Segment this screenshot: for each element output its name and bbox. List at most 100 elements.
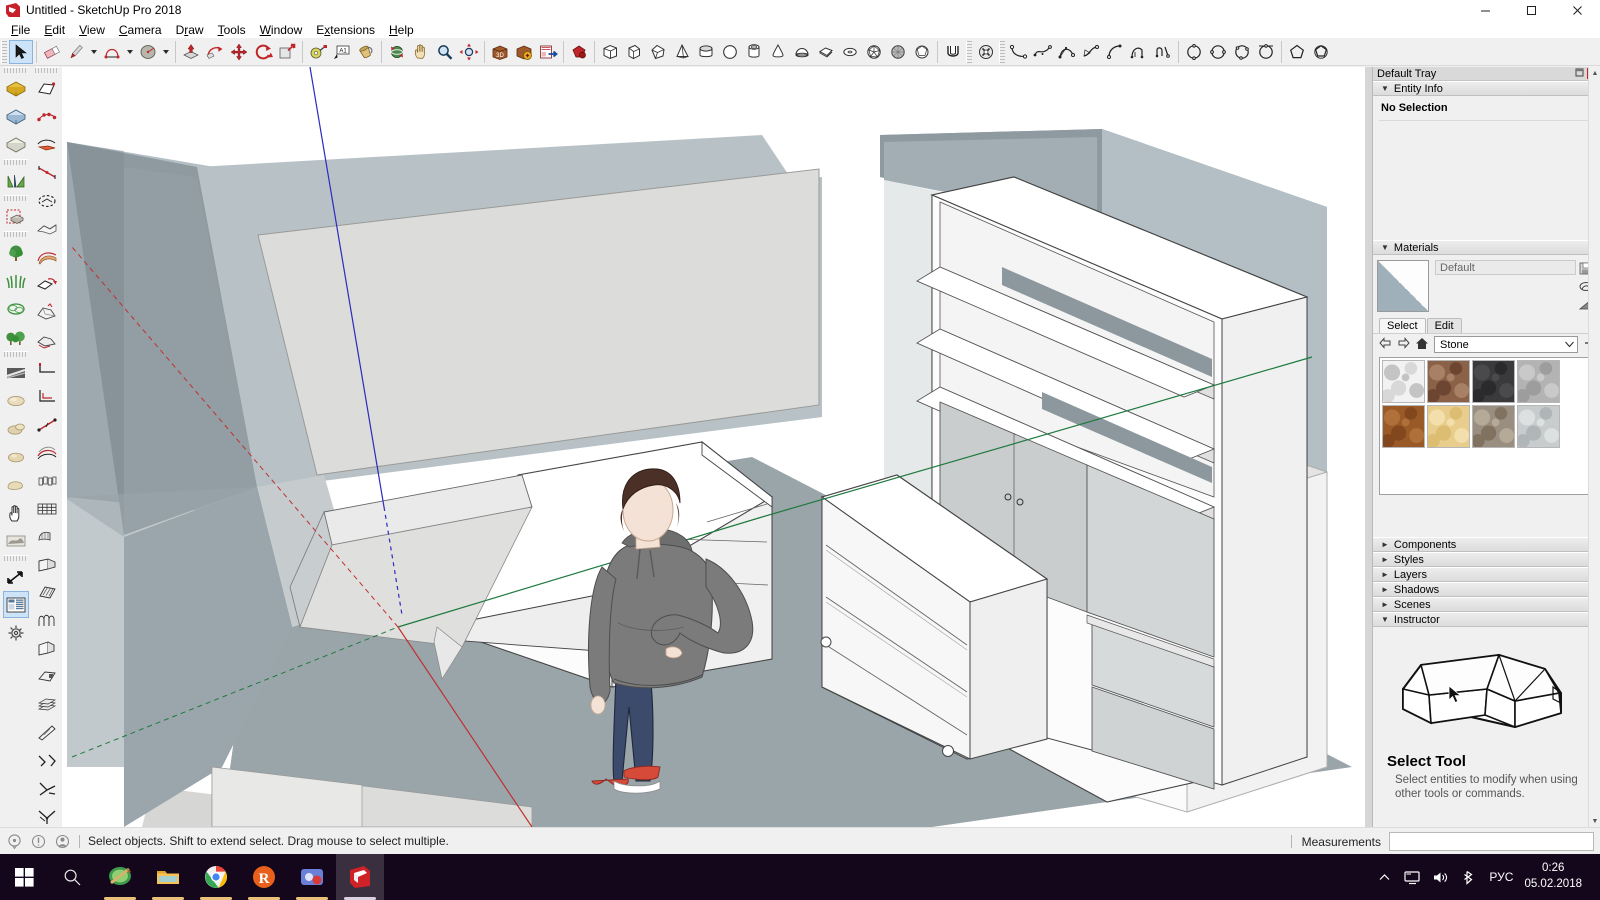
material-swatch-cell[interactable] — [1517, 405, 1560, 448]
scroll-up-icon[interactable]: ▲ — [1589, 67, 1600, 79]
menu-edit[interactable]: Edit — [37, 21, 72, 38]
circle-by-center-button[interactable] — [1182, 40, 1206, 64]
plate-shape-button[interactable] — [814, 40, 838, 64]
solid-trim-button[interactable] — [3, 131, 29, 158]
toolbar-grip[interactable] — [3, 67, 28, 73]
panel-styles-header[interactable]: ► Styles x — [1373, 552, 1600, 567]
arc-tangent-button[interactable] — [1103, 40, 1127, 64]
panel-entity-info-header[interactable]: ▼ Entity Info x — [1373, 81, 1600, 96]
curve-loft-button[interactable] — [34, 439, 60, 466]
stone-tool-4-button[interactable] — [3, 471, 29, 498]
bezier-curve-button[interactable] — [1007, 40, 1031, 64]
toolbar-grip[interactable] — [3, 159, 28, 165]
branch-button[interactable] — [34, 775, 60, 802]
settings-gear-button[interactable] — [3, 619, 29, 646]
flip-face-button[interactable] — [34, 271, 60, 298]
resize-button[interactable] — [3, 563, 29, 590]
tray-edge-handle[interactable] — [1365, 67, 1373, 827]
auto-hide-pin-icon[interactable] — [1574, 68, 1585, 79]
terrain-tool-button[interactable] — [3, 527, 29, 554]
menu-tools[interactable]: Tools — [211, 21, 253, 38]
share-model-button[interactable] — [512, 40, 536, 64]
panel-components-header[interactable]: ► Components x — [1373, 537, 1600, 552]
loop-select-button[interactable] — [34, 187, 60, 214]
scale-tool-button[interactable] — [275, 40, 299, 64]
taskbar-app-chrome[interactable] — [192, 854, 240, 900]
circle-by-diameter-button[interactable] — [1206, 40, 1230, 64]
menu-help[interactable]: Help — [382, 21, 421, 38]
material-swatch-cell[interactable] — [1382, 360, 1425, 403]
polyline-bezier-button[interactable] — [1055, 40, 1079, 64]
toolbar-grip[interactable] — [3, 231, 28, 237]
menu-camera[interactable]: Camera — [112, 21, 169, 38]
tab-select[interactable]: Select — [1379, 318, 1426, 333]
solid-inspector-button[interactable] — [3, 75, 29, 102]
split-button[interactable] — [34, 719, 60, 746]
tab-edit[interactable]: Edit — [1426, 318, 1462, 333]
ruby-console-button[interactable] — [567, 40, 591, 64]
menu-draw[interactable]: Draw — [169, 21, 211, 38]
toolbar-grip[interactable] — [1, 40, 7, 63]
scroll-down-icon[interactable]: ▼ — [1589, 815, 1600, 827]
add-trees-group-button[interactable] — [3, 323, 29, 350]
toolbar-grip[interactable] — [999, 40, 1005, 63]
paint-bucket-tool-button[interactable] — [354, 40, 378, 64]
add-tree-button[interactable] — [3, 239, 29, 266]
tape-measure-tool-button[interactable] — [306, 40, 330, 64]
cone-shape-button[interactable] — [766, 40, 790, 64]
vector-push-pull-button[interactable] — [34, 327, 60, 354]
solid-union-button[interactable] — [941, 40, 965, 64]
dimension-button[interactable] — [34, 159, 60, 186]
toolbar-grip[interactable] — [3, 351, 28, 357]
material-swatch-cell[interactable] — [1427, 360, 1470, 403]
sweep-button[interactable] — [34, 131, 60, 158]
material-swatch-cell[interactable] — [1472, 360, 1515, 403]
menu-view[interactable]: View — [72, 21, 112, 38]
polyhedron-shape-button[interactable] — [862, 40, 886, 64]
rotate-tool-button[interactable] — [251, 40, 275, 64]
network-monitor-icon[interactable] — [1398, 854, 1426, 900]
add-shrub-button[interactable] — [3, 295, 29, 322]
extension-warehouse-button[interactable] — [536, 40, 560, 64]
polygon-inscribed-button[interactable] — [1309, 40, 1333, 64]
shape-bender-button[interactable] — [3, 167, 29, 194]
windows-start-icon[interactable] — [0, 854, 48, 900]
tube-shape-button[interactable] — [742, 40, 766, 64]
fold-surface-button[interactable] — [34, 215, 60, 242]
menu-window[interactable]: Window — [253, 21, 310, 38]
panel-layers-header[interactable]: ► Layers x — [1373, 567, 1600, 582]
toolbar-grip[interactable] — [966, 40, 972, 63]
material-swatch-cell[interactable] — [1472, 405, 1515, 448]
line-tool-dropdown[interactable] — [88, 40, 100, 64]
joint-push-pull-button[interactable] — [34, 299, 60, 326]
panel-scenes-header[interactable]: ► Scenes x — [1373, 597, 1600, 612]
faceted-sphere-button[interactable] — [910, 40, 934, 64]
arrow-left-icon[interactable] — [1379, 337, 1392, 352]
zoom-extents-tool-button[interactable] — [457, 40, 481, 64]
pyramid-shape-button[interactable] — [670, 40, 694, 64]
toolbar-grip[interactable] — [3, 195, 28, 201]
line-tool-button[interactable] — [64, 40, 88, 64]
panel-instructor-header[interactable]: ▼ Instructor x — [1373, 612, 1600, 627]
orbit-tool-button[interactable] — [385, 40, 409, 64]
shapes-tool-dropdown[interactable] — [160, 40, 172, 64]
pan-tool-button[interactable] — [409, 40, 433, 64]
home-icon[interactable] — [1415, 337, 1429, 353]
select-tool-button[interactable] — [9, 39, 33, 64]
cylinder-shape-button[interactable] — [694, 40, 718, 64]
stone-tool-1-button[interactable] — [3, 387, 29, 414]
arch-array-button[interactable] — [34, 607, 60, 634]
spline-button[interactable] — [1079, 40, 1103, 64]
follow-me-tool-button[interactable] — [203, 40, 227, 64]
move-tool-button[interactable] — [227, 40, 251, 64]
material-swatch-cell[interactable] — [1427, 405, 1470, 448]
offset-corner-button[interactable] — [34, 383, 60, 410]
zigzag-button[interactable] — [34, 747, 60, 774]
add-grass-button[interactable] — [3, 267, 29, 294]
plane-slice-button[interactable] — [34, 523, 60, 550]
taskbar-app-paint[interactable] — [96, 854, 144, 900]
stack-layers-button[interactable] — [34, 691, 60, 718]
window-array-button[interactable] — [34, 551, 60, 578]
taskbar-app-file-explorer[interactable] — [144, 854, 192, 900]
3d-warehouse-button[interactable]: 3D — [488, 40, 512, 64]
